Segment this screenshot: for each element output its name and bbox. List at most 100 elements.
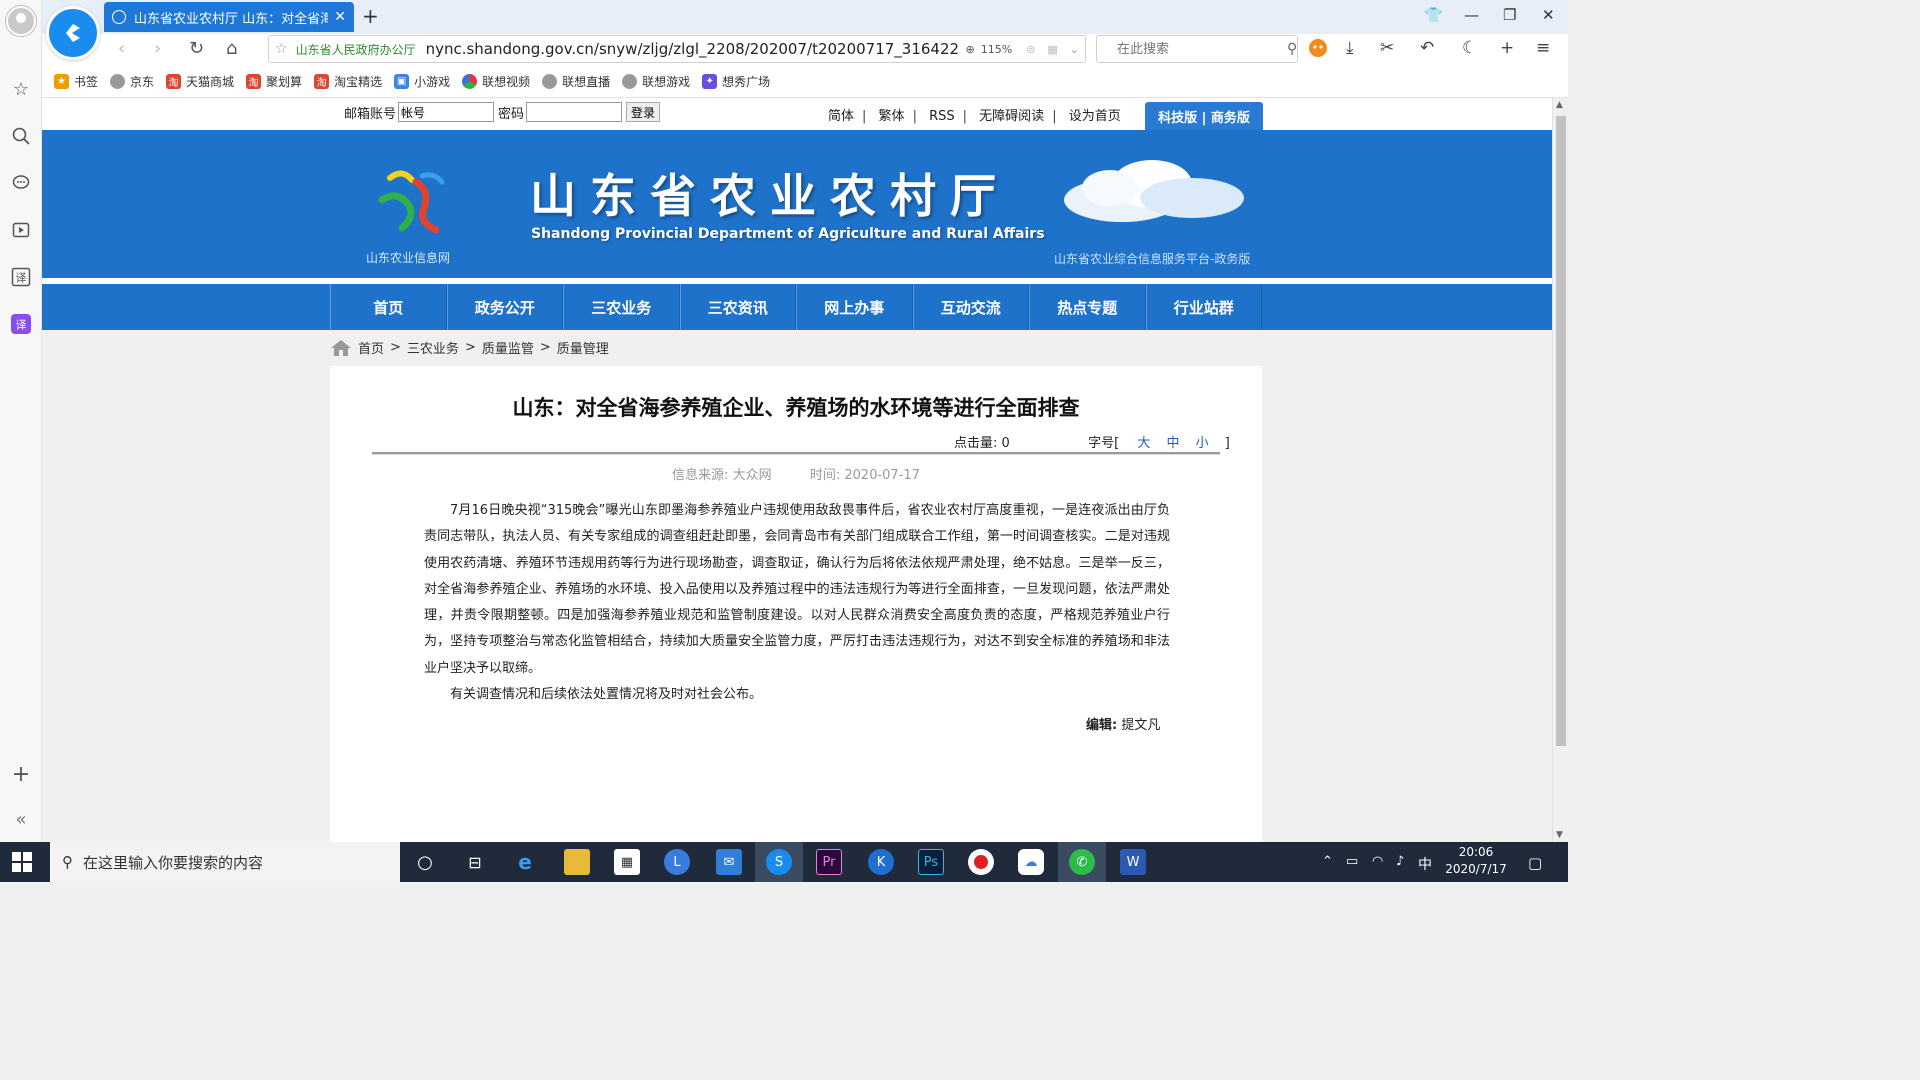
- bookmark-item[interactable]: ★ 书签: [54, 73, 98, 90]
- add-icon[interactable]: +: [8, 761, 34, 787]
- search-box[interactable]: ⚲: [1096, 35, 1298, 63]
- baidu-netdisk-icon[interactable]: ☁: [1018, 849, 1044, 875]
- close-window-icon[interactable]: ✕: [1542, 6, 1555, 24]
- video-icon[interactable]: [8, 217, 34, 243]
- tab-active[interactable]: 山东省农业农村厅 山东：对全省海参 ✕: [104, 2, 354, 32]
- crumb-agri-business[interactable]: 三农业务: [407, 338, 459, 357]
- bookmark-item[interactable]: 淘聚划算: [246, 73, 302, 90]
- windows-start-icon[interactable]: [12, 852, 32, 872]
- scroll-up-icon[interactable]: ▲: [1556, 100, 1563, 110]
- record-icon[interactable]: [968, 849, 994, 875]
- taskbar-clock[interactable]: 20:06 2020/7/17: [1440, 844, 1512, 878]
- bookmark-item[interactable]: 京东: [110, 73, 154, 90]
- nav-online-services[interactable]: 网上办事: [796, 284, 913, 330]
- crumb-quality-management[interactable]: 质量管理: [557, 338, 609, 357]
- wifi-icon[interactable]: ◠: [1372, 854, 1383, 869]
- download-icon[interactable]: ⤓: [1346, 38, 1354, 58]
- bookmark-item[interactable]: 淘淘宝精选: [314, 73, 382, 90]
- cortana-icon[interactable]: ○: [412, 849, 438, 875]
- taskbar-search[interactable]: ⚲ 在这里输入你要搜索的内容: [50, 842, 400, 882]
- nav-agri-news[interactable]: 三农资讯: [679, 284, 796, 330]
- url-text[interactable]: nync.shandong.gov.cn/snyw/zljg/zlgl_2208…: [426, 40, 960, 58]
- user-avatar[interactable]: [6, 6, 36, 36]
- search-icon[interactable]: ⚲: [1287, 41, 1297, 57]
- search-input[interactable]: [1117, 41, 1287, 57]
- volume-icon[interactable]: ♪: [1396, 854, 1404, 869]
- link-accessibility[interactable]: 无障碍阅读: [979, 109, 1044, 124]
- home-icon[interactable]: ⌂: [226, 38, 237, 59]
- store-icon[interactable]: ▦: [614, 849, 640, 875]
- address-bar[interactable]: ☆ 山东省人民政府办公厅 nync.shandong.gov.cn/snyw/z…: [268, 35, 1086, 63]
- file-explorer-icon[interactable]: [564, 849, 590, 875]
- ime-indicator[interactable]: 中: [1418, 854, 1432, 874]
- battery-icon[interactable]: ▭: [1346, 854, 1358, 869]
- login-button[interactable]: 登录: [626, 102, 661, 122]
- edge-icon[interactable]: e: [512, 849, 538, 875]
- bookmark-item[interactable]: 联想游戏: [622, 73, 690, 90]
- chat-icon[interactable]: [8, 170, 34, 196]
- search-icon[interactable]: [8, 123, 34, 149]
- link-rss[interactable]: RSS: [929, 109, 955, 124]
- font-size-small[interactable]: 小: [1196, 436, 1209, 451]
- chevron-down-icon[interactable]: ⌄: [1070, 43, 1079, 56]
- scroll-down-icon[interactable]: ▼: [1556, 830, 1563, 840]
- link-set-homepage[interactable]: 设为首页: [1069, 109, 1121, 124]
- minimize-icon[interactable]: —: [1464, 6, 1479, 24]
- font-size-medium[interactable]: 中: [1166, 436, 1179, 451]
- version-tabs[interactable]: 科技版 | 商务版: [1145, 102, 1263, 130]
- restore-icon[interactable]: ❐: [1503, 6, 1516, 24]
- nav-home[interactable]: 首页: [330, 284, 447, 330]
- bookmark-item[interactable]: ▣ 小游戏: [394, 73, 450, 90]
- lenovo-icon[interactable]: L: [664, 849, 690, 875]
- close-tab-icon[interactable]: ✕: [334, 9, 346, 25]
- nav-industry-sites[interactable]: 行业站群: [1145, 284, 1262, 330]
- mail-icon[interactable]: ✉: [716, 849, 742, 875]
- reload-icon[interactable]: ↻: [189, 38, 204, 59]
- browser-app-icon[interactable]: S: [766, 849, 792, 875]
- account-input[interactable]: [398, 102, 495, 122]
- font-size-large[interactable]: 大: [1137, 436, 1150, 451]
- night-mode-icon[interactable]: ☾: [1462, 38, 1477, 58]
- nav-gov-affairs[interactable]: 政务公开: [446, 284, 563, 330]
- scrollbar-thumb[interactable]: [1556, 116, 1566, 746]
- wechat-icon[interactable]: ✆: [1069, 849, 1095, 875]
- password-input[interactable]: [526, 102, 623, 122]
- nav-agri-business[interactable]: 三农业务: [563, 284, 680, 330]
- translate-app-icon[interactable]: 译: [8, 311, 34, 337]
- extensions-icon[interactable]: +: [1500, 38, 1514, 58]
- zoom-level[interactable]: 115%: [981, 43, 1012, 56]
- kugou-icon[interactable]: K: [868, 849, 894, 875]
- crumb-quality-supervision[interactable]: 质量监管: [482, 338, 534, 357]
- favorites-star-icon[interactable]: ☆: [8, 76, 34, 102]
- photoshop-icon[interactable]: Ps: [918, 849, 944, 875]
- menu-icon[interactable]: ≡: [1536, 38, 1550, 58]
- crumb-home[interactable]: 首页: [358, 338, 384, 357]
- premiere-icon[interactable]: Pr: [816, 849, 842, 875]
- bookmark-item[interactable]: 淘天猫商城: [166, 73, 234, 90]
- link-simplified[interactable]: 简体: [828, 109, 854, 124]
- zoom-icon[interactable]: ⊕: [965, 43, 974, 56]
- skin-icon[interactable]: 👕: [1424, 6, 1443, 24]
- page-scrollbar[interactable]: ▲ ▼: [1552, 98, 1568, 842]
- game-icon[interactable]: [1308, 38, 1328, 63]
- screenshot-icon[interactable]: ✂: [1380, 38, 1394, 58]
- forward-icon[interactable]: ›: [154, 38, 161, 59]
- word-icon[interactable]: W: [1120, 849, 1146, 875]
- compat-icon[interactable]: ⊜: [1026, 43, 1035, 56]
- bookmark-item[interactable]: 联想视频: [462, 73, 530, 90]
- qr-icon[interactable]: ▦: [1047, 43, 1057, 56]
- bookmark-item[interactable]: 联想直播: [542, 73, 610, 90]
- bookmark-star-icon[interactable]: ☆: [275, 41, 288, 57]
- bookmark-item[interactable]: ✦ 想秀广场: [702, 73, 770, 90]
- collapse-icon[interactable]: «: [8, 806, 34, 832]
- new-tab-button[interactable]: +: [362, 4, 379, 28]
- translate-icon[interactable]: 译: [8, 264, 34, 290]
- tray-expand-icon[interactable]: ⌃: [1322, 854, 1333, 869]
- link-traditional[interactable]: 繁体: [879, 109, 905, 124]
- browser-logo-icon[interactable]: [46, 6, 100, 60]
- nav-interaction[interactable]: 互动交流: [912, 284, 1029, 330]
- back-icon[interactable]: ‹: [118, 38, 125, 59]
- undo-close-icon[interactable]: ↶: [1420, 38, 1434, 58]
- notification-icon[interactable]: ▢: [1528, 854, 1542, 872]
- nav-hot-topics[interactable]: 热点专题: [1029, 284, 1146, 330]
